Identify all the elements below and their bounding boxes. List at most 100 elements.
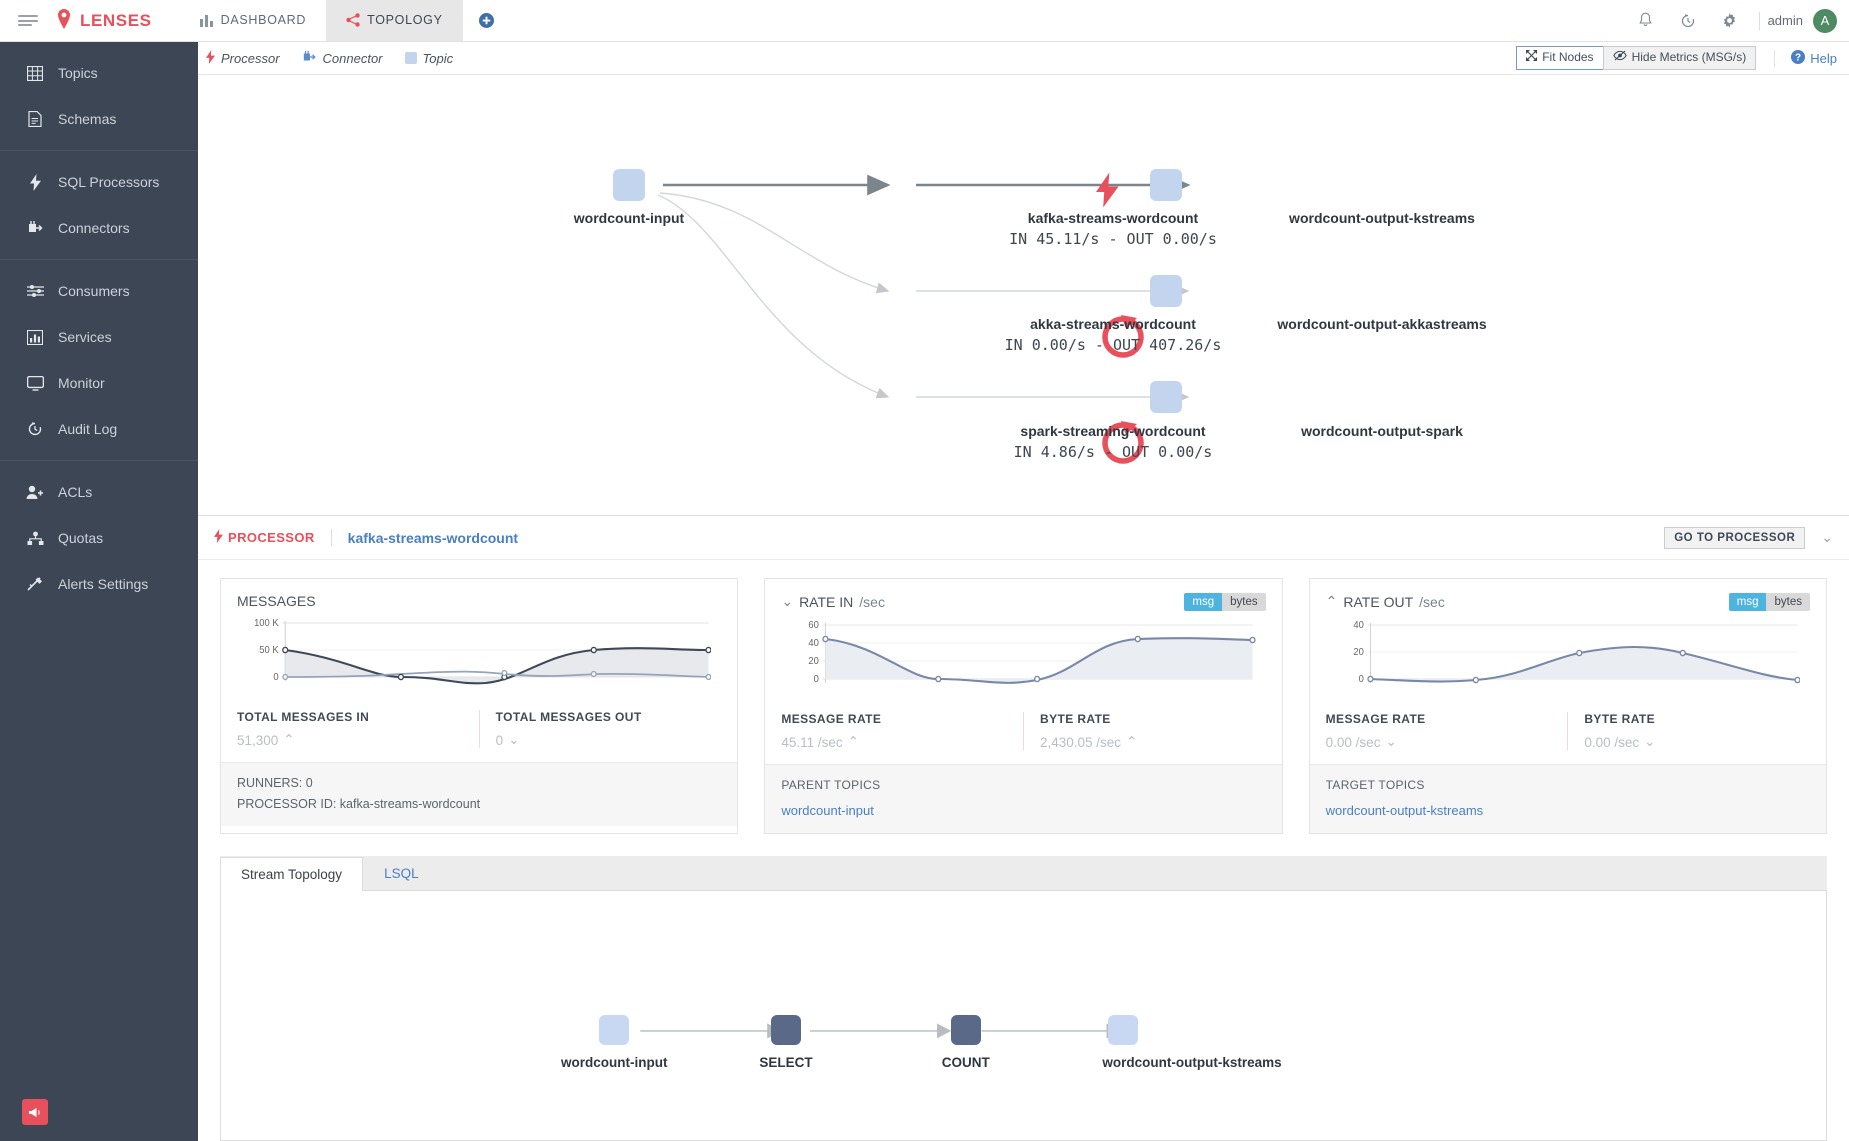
sidebar-group-processing: SQL Processors Connectors xyxy=(0,150,198,259)
topology-node-label[interactable]: kafka-streams-wordcount xyxy=(1028,210,1198,226)
card-messages: MESSAGES 100 K 50 K 0 TOTAL MESSAGES IN … xyxy=(220,578,739,834)
rate-out-unit-toggle[interactable]: msg bytes xyxy=(1728,593,1810,611)
expand-icon xyxy=(1526,50,1538,66)
history-icon xyxy=(26,421,44,437)
plus-circle-icon xyxy=(478,13,494,28)
sidebar-item-label: Topics xyxy=(58,65,98,81)
sidebar-item-label: SQL Processors xyxy=(58,174,160,190)
history-icon[interactable] xyxy=(1667,0,1709,42)
chevron-down-icon[interactable]: ⌄ xyxy=(1821,529,1833,546)
go-to-processor-button[interactable]: GO TO PROCESSOR xyxy=(1664,526,1806,549)
bolt-icon xyxy=(26,173,44,191)
sidebar-item-label: Alerts Settings xyxy=(58,576,149,592)
stat-number: 0.00 /sec xyxy=(1325,734,1381,750)
stream-node-wordcount-output-kstreams[interactable] xyxy=(1108,1015,1138,1046)
fit-nodes-button[interactable]: Fit Nodes xyxy=(1516,46,1603,70)
stat-number: 0.00 /sec xyxy=(1584,734,1640,750)
sidebar-item-label: Quotas xyxy=(58,530,104,546)
sidebar-item-monitor[interactable]: Monitor xyxy=(0,360,198,406)
toggle-bytes[interactable]: bytes xyxy=(1766,593,1810,611)
sidebar-item-quotas[interactable]: Quotas xyxy=(0,515,198,561)
stat-value: 0 ⌄ xyxy=(496,732,722,748)
card-stats: MESSAGE RATE 0.00 /sec ⌄ BYTE RATE 0.00 … xyxy=(1310,705,1826,764)
card-title: ⌃ RATE OUT /sec xyxy=(1326,593,1445,610)
stat-value: 45.11 /sec ⌃ xyxy=(781,734,1007,750)
topology-canvas[interactable]: wordcount-input kafka-streams-wordcount … xyxy=(198,75,1849,515)
detail-processor-name[interactable]: kafka-streams-wordcount xyxy=(348,530,518,546)
svg-text:40: 40 xyxy=(1353,620,1364,631)
toggle-bytes[interactable]: bytes xyxy=(1222,593,1266,611)
stream-node-select[interactable] xyxy=(770,1015,801,1046)
topology-view-controls: Fit Nodes Hide Metrics (MSG/s) xyxy=(1516,46,1757,70)
alert-icon xyxy=(26,576,44,592)
gear-icon[interactable] xyxy=(1709,0,1751,42)
tab-lsql[interactable]: LSQL xyxy=(363,856,440,890)
runners-line: RUNNERS: 0 xyxy=(237,776,313,790)
add-button[interactable] xyxy=(463,0,510,41)
topic-node-wordcount-input[interactable] xyxy=(613,169,645,201)
main-nav: DASHBOARD TOPOLOGY xyxy=(180,0,463,41)
topology-node-metrics: IN 45.11/s - OUT 0.00/s xyxy=(1009,230,1217,248)
topic-node-wordcount-output-kstreams[interactable] xyxy=(1150,169,1182,201)
toggle-msg[interactable]: msg xyxy=(1184,593,1223,611)
menu-toggle-icon[interactable] xyxy=(0,0,56,41)
topology-node-metrics: IN 4.86/s - OUT 0.00/s xyxy=(1013,443,1213,461)
topology-node-label: wordcount-output-kstreams xyxy=(1289,210,1475,226)
target-topic-link[interactable]: wordcount-output-kstreams xyxy=(1326,803,1810,818)
sidebar-item-topics[interactable]: Topics xyxy=(0,50,198,96)
sidebar-item-connectors[interactable]: Connectors xyxy=(0,205,198,251)
detail-kind: PROCESSOR xyxy=(214,529,315,546)
toggle-msg[interactable]: msg xyxy=(1728,593,1767,611)
stream-topology-panel[interactable]: wordcount-input SELECT COUNT wordcount-o… xyxy=(220,891,1827,1141)
topology-node-label: wordcount-output-spark xyxy=(1301,423,1463,439)
help-link[interactable]: ? Help xyxy=(1774,49,1837,67)
plug-icon xyxy=(26,220,44,236)
card-footer: PARENT TOPICS wordcount-input xyxy=(765,764,1282,833)
hide-metrics-button[interactable]: Hide Metrics (MSG/s) xyxy=(1602,46,1757,70)
megaphone-icon xyxy=(29,1107,40,1117)
sidebar-item-consumers[interactable]: Consumers xyxy=(0,268,198,314)
sidebar-item-audit-log[interactable]: Audit Log xyxy=(0,406,198,452)
topology-node-label[interactable]: akka-streams-wordcount xyxy=(1030,316,1196,332)
stream-node-wordcount-input[interactable] xyxy=(599,1015,630,1046)
topology-node-label[interactable]: spark-streaming-wordcount xyxy=(1020,423,1205,439)
svg-text:0: 0 xyxy=(1358,674,1364,685)
feedback-button[interactable] xyxy=(22,1099,48,1125)
user-name[interactable]: admin xyxy=(1768,13,1813,28)
stat-message-rate-in: MESSAGE RATE 45.11 /sec ⌃ xyxy=(765,712,1023,750)
card-stats: MESSAGE RATE 45.11 /sec ⌃ BYTE RATE 2,43… xyxy=(765,705,1281,764)
sidebar-item-label: Monitor xyxy=(58,375,105,391)
topic-node-wordcount-output-spark[interactable] xyxy=(1150,381,1182,413)
nav-tab-dashboard[interactable]: DASHBOARD xyxy=(180,0,326,41)
svg-text:0: 0 xyxy=(273,672,279,683)
messages-chart: 100 K 50 K 0 xyxy=(237,609,721,695)
topology-node-label: wordcount-input xyxy=(573,210,685,226)
bell-icon[interactable] xyxy=(1625,0,1667,42)
main-content: Processor Connector Topic Fit Nodes Hide… xyxy=(198,42,1849,1141)
body: Topics Schemas SQL Processors Connectors… xyxy=(0,42,1849,1141)
fit-nodes-label: Fit Nodes xyxy=(1542,50,1594,65)
avatar[interactable]: A xyxy=(1813,8,1837,33)
parent-topic-link[interactable]: wordcount-input xyxy=(781,803,1265,818)
topic-node-wordcount-output-akkastreams[interactable] xyxy=(1150,275,1182,307)
nav-tab-topology[interactable]: TOPOLOGY xyxy=(326,0,463,41)
rate-in-unit-toggle[interactable]: msg bytes xyxy=(1184,593,1266,611)
sidebar-item-acls[interactable]: ACLs xyxy=(0,469,198,515)
sliders-icon xyxy=(26,284,44,298)
hide-metrics-label: Hide Metrics (MSG/s) xyxy=(1631,50,1747,65)
sidebar-item-services[interactable]: Services xyxy=(0,314,198,360)
brand-logo[interactable]: LENSES xyxy=(56,0,180,41)
topology-node-label: wordcount-output-akkastreams xyxy=(1277,316,1487,332)
card-stats: TOTAL MESSAGES IN 51,300 ⌃ TOTAL MESSAGE… xyxy=(221,703,737,762)
sidebar-item-schemas[interactable]: Schemas xyxy=(0,96,198,142)
sidebar-group-observe: Consumers Services Monitor Audit Log xyxy=(0,259,198,460)
card-title-label: RATE OUT xyxy=(1343,593,1414,610)
stream-node-count[interactable] xyxy=(950,1015,981,1046)
top-bar-actions: admin A xyxy=(1625,0,1849,41)
tab-stream-topology[interactable]: Stream Topology xyxy=(220,857,364,891)
divider xyxy=(1758,11,1760,30)
sidebar-item-alerts-settings[interactable]: Alerts Settings xyxy=(0,561,198,607)
card-title-label: RATE IN xyxy=(799,593,854,610)
sidebar-item-sql-processors[interactable]: SQL Processors xyxy=(0,159,198,205)
plug-icon xyxy=(302,50,317,67)
